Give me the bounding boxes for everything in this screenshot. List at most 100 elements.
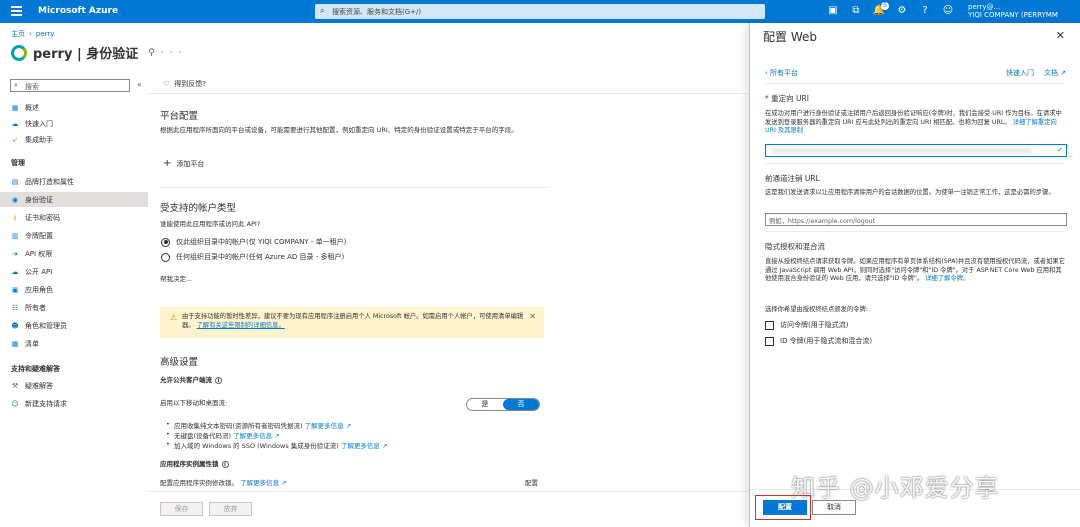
notification-badge: 5 xyxy=(881,2,889,10)
sidebar-item-label: 品牌打造和属性 xyxy=(25,177,74,186)
id-token-checkbox[interactable]: ID 令牌(用于隐式流和混合流) xyxy=(765,336,872,346)
sidebar-item-label: API 权限 xyxy=(25,249,53,258)
divider xyxy=(160,187,548,188)
help-icon[interactable]: ? xyxy=(918,4,932,18)
settings-gear-icon[interactable]: ⚙ xyxy=(895,4,909,18)
hamburger-menu-icon[interactable] xyxy=(11,6,22,16)
learn-more-link[interactable]: 了解更多信息 xyxy=(233,432,272,440)
sidebar-item-owners[interactable]: ☷ 所有者 xyxy=(0,300,148,315)
directory-filter-icon[interactable]: ⧉ xyxy=(849,4,863,18)
breadcrumb-app[interactable]: perry xyxy=(36,30,55,38)
sidebar-item-label: 身份验证 xyxy=(25,195,53,204)
sidebar-item-expose-api[interactable]: ☁ 公开 API xyxy=(0,264,148,279)
sidebar-item-label: 集成助手 xyxy=(25,135,53,144)
redirect-uri-input[interactable]: ✓ xyxy=(765,144,1067,157)
allow-public-text: 允许公共客户端流 xyxy=(160,376,212,384)
close-icon[interactable]: ✕ xyxy=(1056,29,1065,42)
cloud-shell-icon[interactable]: ▣ xyxy=(826,4,840,18)
learn-more-link[interactable]: 了解更多信息 xyxy=(240,479,279,487)
logout-description: 这是我们发送请求以让应用程序清除用户的会话数据的位置。为使单一注销正常工作，这是… xyxy=(765,189,1055,196)
sidebar-item-branding[interactable]: ▤ 品牌打造和属性 xyxy=(0,174,148,189)
configure-button[interactable]: 配置 xyxy=(763,500,807,515)
logout-url-label: 前通道注销 URL xyxy=(765,174,820,183)
add-platform-label: 添加平台 xyxy=(176,160,205,168)
info-icon[interactable]: i xyxy=(215,376,222,384)
add-platform-button[interactable]: + 添加平台 xyxy=(163,158,204,169)
sidebar-item-manifest[interactable]: ▦ 清单 xyxy=(0,336,148,351)
back-all-platforms-link[interactable]: ‹ 所有平台 xyxy=(765,68,798,78)
admin-icon: ☻ xyxy=(11,321,19,330)
save-button[interactable]: 保存 xyxy=(160,502,203,516)
enable-mobile-label: 启用以下移动和桌面流: xyxy=(160,399,228,407)
sidebar-item-label: 所有者 xyxy=(25,303,46,312)
sidebar-item-authentication[interactable]: ◉ 身份验证 xyxy=(0,192,148,207)
brand-name[interactable]: Microsoft Azure xyxy=(38,6,118,16)
breadcrumb-home[interactable]: 主页 xyxy=(11,30,25,38)
tokens-learn-link[interactable]: 详细了解令牌。 xyxy=(925,275,969,282)
toggle-no[interactable]: 否 xyxy=(503,399,539,410)
account-menu[interactable]: perry@... YIQI COMPANY (PERRYMM... xyxy=(968,3,1058,19)
sidebar-item-token-config[interactable]: ▥ 令牌配置 xyxy=(0,228,148,243)
docs-link[interactable]: 文档 ↗ xyxy=(1044,68,1066,78)
radio-unselected-icon xyxy=(161,252,170,262)
sidebar-item-api-permissions[interactable]: ➔ API 权限 xyxy=(0,246,148,261)
close-icon[interactable]: ✕ xyxy=(529,312,536,321)
checkbox-unchecked-icon xyxy=(765,320,774,330)
sidebar-search-input[interactable]: ⌕ 搜索 xyxy=(10,79,130,92)
global-search-input[interactable]: ⌕ 搜索资源、服务和文档(G+/) xyxy=(315,4,765,19)
sidebar-item-roles-admins[interactable]: ☻ 角色和管理员 xyxy=(0,318,148,333)
checkbox-label: 访问令牌(用于隐式流) xyxy=(780,321,849,329)
bullet-item: 应用收集纯文本密码(资源所有者密码凭据流) 了解更多信息 ↗ xyxy=(166,420,351,430)
radio-single-tenant[interactable]: 仅此组织目录中的帐户(仅 YIQI COMPANY - 单一租户) xyxy=(161,237,346,247)
feedback-icon: ♡ xyxy=(163,80,170,88)
info-icon[interactable]: i xyxy=(221,460,229,468)
search-placeholder: 搜索资源、服务和文档(G+/) xyxy=(332,8,422,16)
sidebar-search-placeholder: 搜索 xyxy=(25,83,39,91)
help-me-decide-link[interactable]: 帮我决定... xyxy=(160,275,192,284)
roles-icon: ▣ xyxy=(11,285,19,294)
warning-link[interactable]: 了解有关这些限制的详细信息。 xyxy=(197,322,285,329)
sidebar-item-new-support[interactable]: ☺ 新建支持请求 xyxy=(0,396,148,411)
checkbox-label: ID 令牌(用于隐式流和混合流) xyxy=(780,337,873,345)
sidebar-item-certificates[interactable]: ⚷ 证书和密码 xyxy=(0,210,148,225)
sidebar-item-label: 角色和管理员 xyxy=(25,321,67,330)
toggle-yes[interactable]: 是 xyxy=(467,399,503,410)
logout-placeholder: 例如，https://example.com/logout xyxy=(769,218,876,225)
sidebar-item-overview[interactable]: ▦ 概述 xyxy=(0,100,148,115)
feedback-icon[interactable]: ☺ xyxy=(941,4,955,18)
sidebar-item-label: 证书和密码 xyxy=(25,213,60,222)
external-link-icon: ↗ xyxy=(281,479,287,487)
external-link-icon: ↗ xyxy=(1058,69,1067,77)
sidebar-item-label: 应用角色 xyxy=(25,285,53,294)
account-types-heading: 受支持的帐户类型 xyxy=(160,203,237,214)
search-icon: ⌕ xyxy=(320,6,325,15)
divider xyxy=(765,231,1065,232)
sidebar-item-troubleshoot[interactable]: ⚒ 疑难解答 xyxy=(0,378,148,393)
more-icon[interactable]: ··· xyxy=(161,48,188,58)
divider xyxy=(148,93,748,94)
breadcrumb-separator-icon: › xyxy=(29,30,32,38)
access-token-checkbox[interactable]: 访问令牌(用于隐式流) xyxy=(765,320,848,330)
public-client-toggle[interactable]: 是否 xyxy=(466,398,540,411)
learn-more-link[interactable]: 了解更多信息 xyxy=(341,442,380,450)
instance-config-link[interactable]: 配置 xyxy=(525,479,538,488)
auth-icon: ◉ xyxy=(11,195,19,204)
cancel-button[interactable]: 取消 xyxy=(812,500,856,515)
learn-more-link[interactable]: 了解更多信息 xyxy=(305,422,344,430)
quickstart-link[interactable]: 快速入门 xyxy=(1006,68,1034,78)
sidebar-item-integration-assistant[interactable]: ➶ 集成助手 xyxy=(0,132,148,147)
sidebar-item-label: 疑难解答 xyxy=(25,381,53,390)
radio-multi-tenant[interactable]: 任何组织目录中的帐户(任何 Azure AD 目录 - 多租户) xyxy=(161,252,344,262)
radio-label: 仅此组织目录中的帐户(仅 YIQI COMPANY - 单一租户) xyxy=(176,238,347,246)
logout-url-input[interactable]: 例如，https://example.com/logout xyxy=(765,213,1067,226)
redirect-uri-label: * 重定向 URI xyxy=(765,93,809,104)
feedback-button[interactable]: ♡ 得到反馈? xyxy=(163,79,206,89)
owners-icon: ☷ xyxy=(11,303,19,312)
discard-button[interactable]: 放弃 xyxy=(209,502,252,516)
sidebar-item-quickstart[interactable]: ☁ 快速入门 xyxy=(0,116,148,131)
sidebar-item-app-roles[interactable]: ▣ 应用角色 xyxy=(0,282,148,297)
notifications-icon[interactable]: 🔔 5 xyxy=(872,2,889,18)
collapse-sidebar-icon[interactable]: « xyxy=(137,80,142,89)
radio-label: 任何组织目录中的帐户(任何 Azure AD 目录 - 多租户) xyxy=(176,253,345,261)
pin-icon[interactable]: ⚲ xyxy=(148,48,161,58)
